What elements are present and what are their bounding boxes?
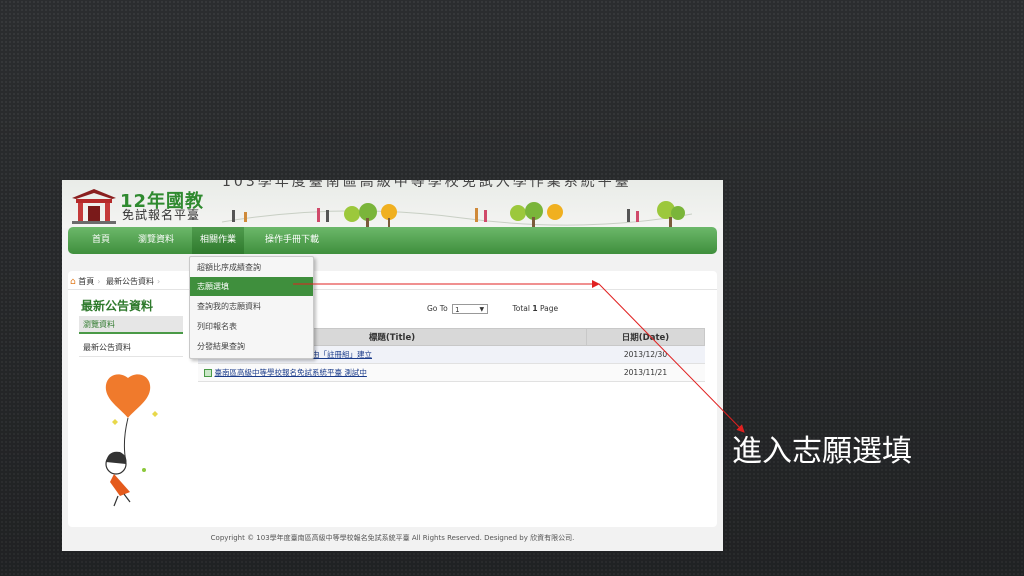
sidebar-item-latest-news[interactable]: 最新公告資料 [83, 342, 131, 353]
annotation-text: 進入志願選填 [732, 434, 912, 469]
bullet-icon [203, 369, 212, 377]
chevron-down-icon: ▼ [479, 306, 485, 313]
pager: Go To 1 ▼ Total 1 Page [427, 304, 558, 314]
menu-item-print-form[interactable]: 列印報名表 [190, 317, 313, 336]
menu-item-my-wishes[interactable]: 查詢我的志願資料 [190, 297, 313, 316]
sidebar-item-browse[interactable]: 瀏覽資料 [79, 316, 183, 334]
divider [79, 356, 183, 357]
related-dropdown-menu: 超額比序成績查詢 志願選填 查詢我的志願資料 列印報名表 分發結果查詢 [189, 256, 314, 359]
divider [68, 289, 717, 290]
menu-item-score-query[interactable]: 超額比序成績查詢 [190, 258, 313, 277]
table-row: 臺南區高級中等學校報名免試系統平臺 測試中 2013/11/21 [197, 363, 705, 382]
web-screenshot: 103學年度臺南區高級中等學校免試入學作業系統平臺 12年國教 免試報名平臺 首… [62, 180, 723, 551]
main-nav: 首頁 瀏覽資料 相關作業 操作手冊下載 [68, 227, 717, 254]
nav-manual-download[interactable]: 操作手冊下載 [265, 227, 319, 254]
nav-related[interactable]: 相關作業 [192, 227, 245, 254]
news-date: 2013/11/21 [586, 363, 705, 382]
menu-item-wish-fill[interactable]: 志願選填 [190, 277, 313, 296]
girl-balloon-icon [105, 374, 158, 507]
news-title-link[interactable]: 臺南區高級中等學校報名免試系統平臺 測試中 [197, 363, 587, 382]
nav-home[interactable]: 首頁 [92, 227, 110, 254]
temple-gate-icon [72, 189, 116, 224]
total-pages: Total 1 Page [512, 304, 559, 313]
goto-label: Go To [427, 304, 448, 313]
footer-copyright: Copyright © 103學年度臺南區高級中等學校報名免試系統平臺 All … [210, 534, 575, 542]
breadcrumb: ⌂ 首頁 › 最新公告資料 › [70, 277, 161, 287]
breadcrumb-current[interactable]: 最新公告資料 [106, 277, 154, 286]
news-date: 2013/12/30 [586, 345, 705, 364]
nav-browse[interactable]: 瀏覽資料 [138, 227, 174, 254]
page-select[interactable]: 1 ▼ [452, 304, 489, 314]
menu-item-placement-result[interactable]: 分發結果查詢 [190, 337, 313, 356]
site-banner: 103學年度臺南區高級中等學校免試入學作業系統平臺 12年國教 免試報名平臺 [62, 180, 723, 228]
header-date: 日期(Date) [586, 328, 705, 346]
sidebar-title: 最新公告資料 [81, 299, 154, 313]
breadcrumb-home[interactable]: 首頁 [78, 277, 94, 286]
home-icon: ⌂ [70, 277, 76, 287]
logo-subtitle: 免試報名平臺 [122, 208, 201, 222]
banner-trees-people-icon [222, 201, 692, 227]
